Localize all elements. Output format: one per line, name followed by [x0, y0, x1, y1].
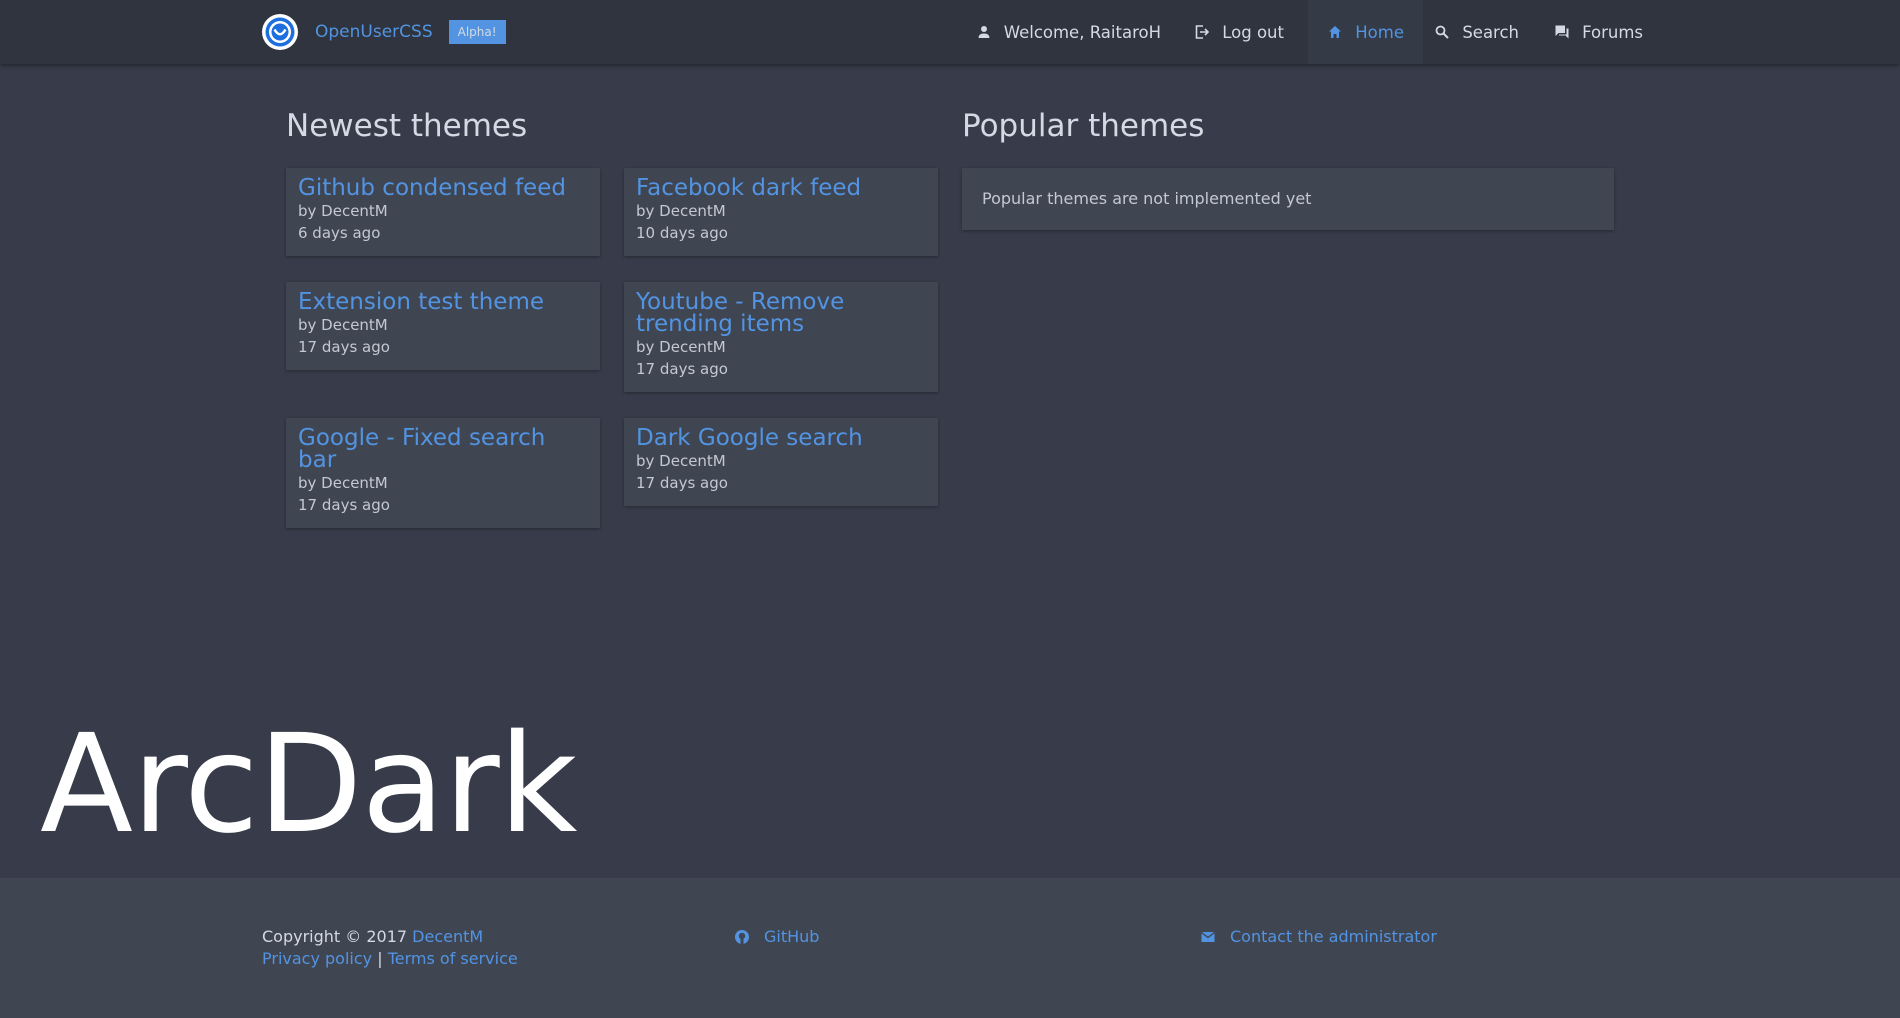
theme-title-link[interactable]: Google - Fixed search bar — [298, 427, 588, 472]
popular-themes-notice: Popular themes are not implemented yet — [962, 168, 1614, 230]
footer: Copyright © 2017 DecentM Privacy policy … — [0, 878, 1900, 1018]
forum-icon — [1554, 24, 1570, 40]
theme-time: 17 days ago — [636, 474, 728, 492]
search-icon — [1434, 24, 1450, 40]
theme-time: 10 days ago — [636, 224, 728, 242]
nav-search-label: Search — [1462, 22, 1519, 42]
nav-welcome-label: Welcome, RaitaroH — [1003, 22, 1161, 42]
copyright-author-link[interactable]: DecentM — [412, 927, 483, 946]
terms-of-service-link[interactable]: Terms of service — [388, 949, 518, 968]
nav-forums-label: Forums — [1582, 22, 1643, 42]
theme-card[interactable]: Extension test theme by DecentM 17 days … — [286, 282, 600, 370]
theme-title-link[interactable]: Github condensed feed — [298, 177, 588, 200]
nav-logout-label: Log out — [1222, 22, 1284, 42]
privacy-policy-link[interactable]: Privacy policy — [262, 949, 372, 968]
alpha-badge: Alpha! — [448, 20, 506, 44]
logout-icon — [1194, 24, 1210, 40]
mail-icon — [1200, 929, 1216, 945]
copyright-text: Copyright © 2017 — [262, 927, 408, 946]
theme-author: by DecentM — [298, 316, 388, 334]
top-navbar: OpenUserCSS Alpha! Welcome, RaitaroH Log… — [0, 0, 1900, 64]
nav-forums[interactable]: Forums — [1535, 0, 1662, 64]
contact-label: Contact the administrator — [1230, 927, 1437, 946]
theme-title-link[interactable]: Youtube - Remove trending items — [636, 291, 926, 336]
theme-watermark: ArcDark — [40, 706, 577, 864]
theme-time: 17 days ago — [298, 496, 390, 514]
theme-title-link[interactable]: Extension test theme — [298, 291, 588, 314]
github-link[interactable]: GitHub — [734, 926, 819, 948]
theme-title-link[interactable]: Dark Google search — [636, 427, 926, 450]
theme-author: by DecentM — [298, 202, 388, 220]
nav-welcome-user[interactable]: Welcome, RaitaroH — [957, 0, 1180, 64]
theme-time: 6 days ago — [298, 224, 381, 242]
footer-copyright: Copyright © 2017 DecentM Privacy policy … — [262, 926, 518, 970]
theme-author: by DecentM — [636, 338, 726, 356]
brand[interactable]: OpenUserCSS Alpha! — [262, 14, 506, 50]
theme-card[interactable]: Github condensed feed by DecentM 6 days … — [286, 168, 600, 256]
theme-card[interactable]: Google - Fixed search bar by DecentM 17 … — [286, 418, 600, 528]
theme-card[interactable]: Youtube - Remove trending items by Decen… — [624, 282, 938, 392]
nav-search[interactable]: Search — [1415, 0, 1538, 64]
newest-themes-heading: Newest themes — [286, 108, 528, 144]
theme-author: by DecentM — [636, 452, 726, 470]
home-icon — [1327, 24, 1343, 40]
github-icon — [734, 929, 750, 945]
theme-card[interactable]: Dark Google search by DecentM 17 days ag… — [624, 418, 938, 506]
theme-author: by DecentM — [636, 202, 726, 220]
footer-separator: | — [377, 949, 383, 968]
brand-name-link[interactable]: OpenUserCSS — [315, 22, 433, 42]
contact-admin-link[interactable]: Contact the administrator — [1200, 926, 1437, 948]
nav-logout[interactable]: Log out — [1175, 0, 1303, 64]
theme-time: 17 days ago — [636, 360, 728, 378]
theme-title-link[interactable]: Facebook dark feed — [636, 177, 926, 200]
nav-home-label: Home — [1355, 22, 1404, 42]
theme-time: 17 days ago — [298, 338, 390, 356]
popular-themes-heading: Popular themes — [962, 108, 1205, 144]
popular-themes-message: Popular themes are not implemented yet — [982, 189, 1312, 208]
theme-card[interactable]: Facebook dark feed by DecentM 10 days ag… — [624, 168, 938, 256]
github-label: GitHub — [764, 927, 820, 946]
user-icon — [976, 24, 992, 40]
theme-author: by DecentM — [298, 474, 388, 492]
openusercss-logo-icon[interactable] — [262, 14, 298, 50]
nav-home[interactable]: Home — [1308, 0, 1423, 64]
